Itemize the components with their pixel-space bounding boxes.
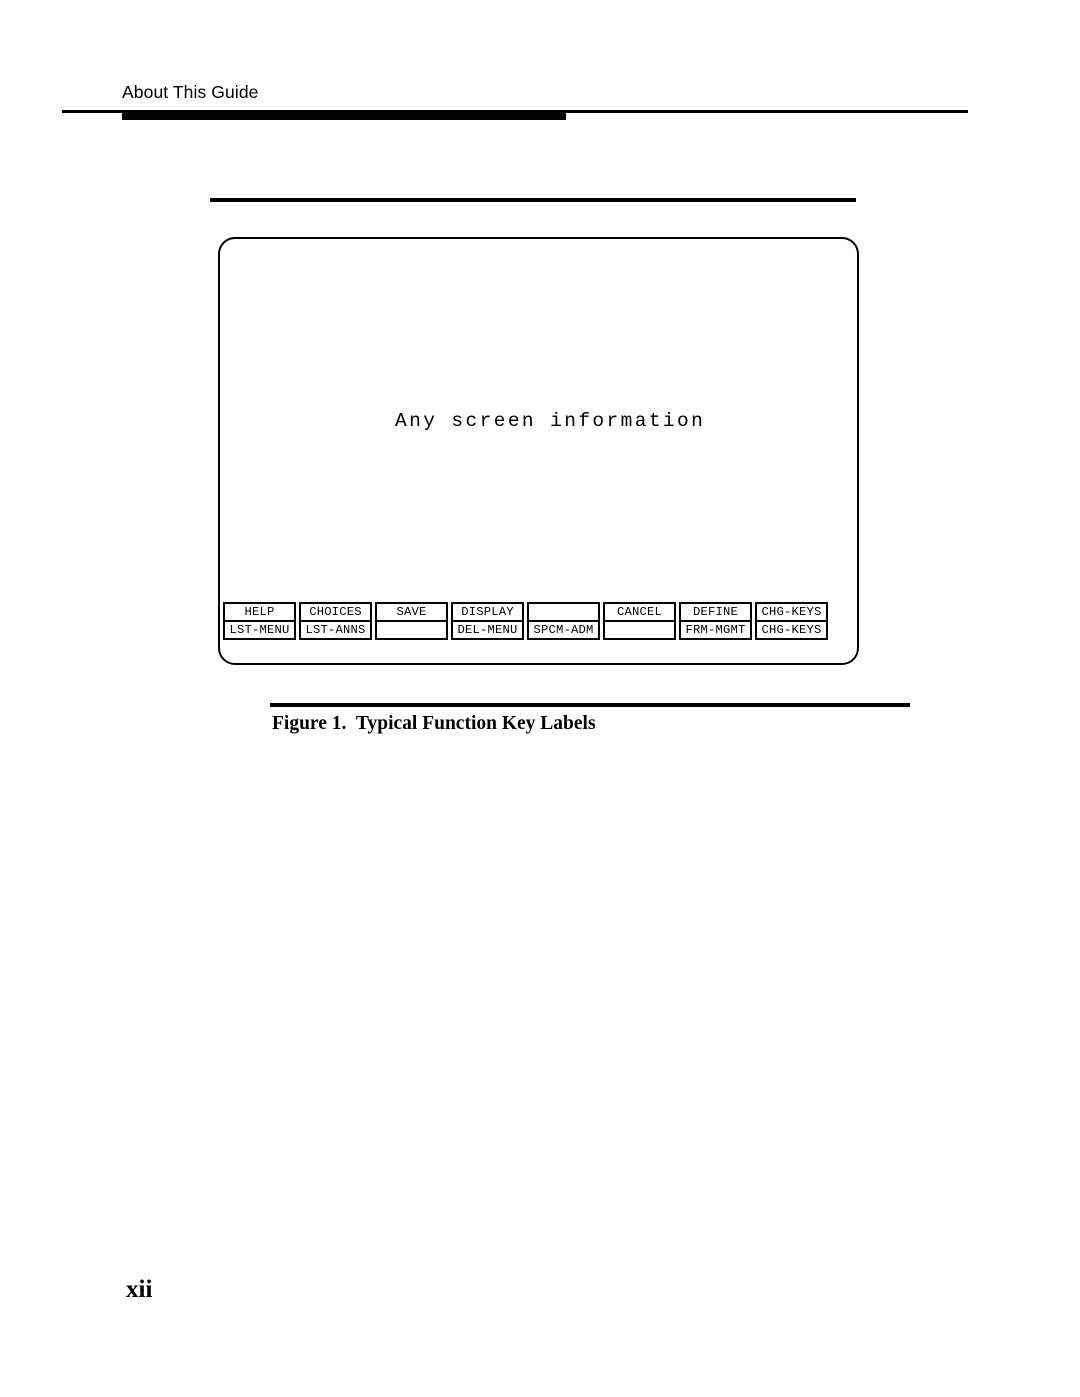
function-key-2-bottom-label: LST-ANNS: [305, 623, 366, 637]
function-key-row: HELP LST-MENU CHOICES LST-ANNS SAVE DISP…: [223, 602, 828, 640]
function-key-2-top-label: CHOICES: [301, 604, 370, 622]
function-key-5-top-label: [529, 604, 598, 622]
function-key-7-bottom-label: FRM-MGMT: [685, 623, 746, 637]
function-key-3[interactable]: SAVE: [375, 602, 448, 640]
function-key-4[interactable]: DISPLAY DEL-MENU: [451, 602, 524, 640]
figure-caption-rule: [270, 703, 910, 707]
function-key-1[interactable]: HELP LST-MENU: [223, 602, 296, 640]
function-key-7-top-label: DEFINE: [681, 604, 750, 622]
function-key-4-bottom-label: DEL-MENU: [457, 623, 518, 637]
function-key-8[interactable]: CHG-KEYS CHG-KEYS: [755, 602, 828, 640]
function-key-2[interactable]: CHOICES LST-ANNS: [299, 602, 372, 640]
function-key-3-top-label: SAVE: [377, 604, 446, 622]
function-key-5-bottom-label: SPCM-ADM: [533, 623, 594, 637]
function-key-1-bottom-label: LST-MENU: [229, 623, 290, 637]
figure-top-rule: [210, 198, 856, 202]
screen-information-text: Any screen information: [395, 410, 706, 432]
function-key-5[interactable]: SPCM-ADM: [527, 602, 600, 640]
function-key-7[interactable]: DEFINE FRM-MGMT: [679, 602, 752, 640]
page-number: xii: [126, 1276, 153, 1303]
figure-caption: Figure 1. Typical Function Key Labels: [272, 713, 596, 735]
function-key-8-bottom-label: CHG-KEYS: [761, 623, 822, 637]
function-key-6-top-label: CANCEL: [605, 604, 674, 622]
function-key-8-top-label: CHG-KEYS: [757, 604, 826, 622]
function-key-1-top-label: HELP: [225, 604, 294, 622]
figure-caption-number: Figure 1.: [272, 713, 347, 734]
function-key-3-bottom-label: [377, 622, 446, 638]
figure-caption-text: Typical Function Key Labels: [355, 713, 596, 734]
figure-block: Any screen information HELP LST-MENU CHO…: [0, 0, 1080, 760]
terminal-screen: Any screen information HELP LST-MENU CHO…: [218, 237, 859, 665]
function-key-6[interactable]: CANCEL: [603, 602, 676, 640]
function-key-6-bottom-label: [605, 622, 674, 638]
function-key-4-top-label: DISPLAY: [453, 604, 522, 622]
